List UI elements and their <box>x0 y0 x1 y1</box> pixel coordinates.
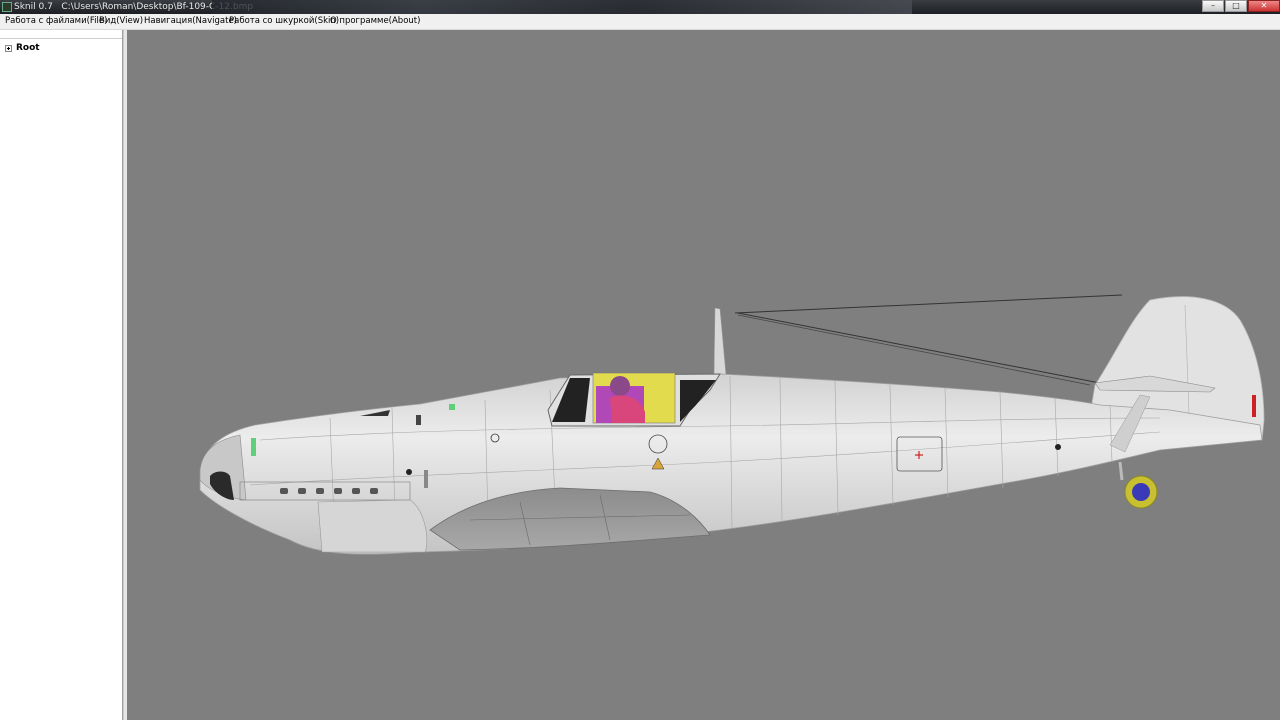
fuselage-port <box>406 469 412 475</box>
menu-navigate[interactable]: Навигация(Navigate) <box>144 14 237 29</box>
menu-file[interactable]: Работа с файлами(File) <box>5 14 107 29</box>
aircraft-model[interactable] <box>127 30 1280 720</box>
maximize-button[interactable]: □ <box>1225 0 1247 12</box>
taskbar-background <box>212 0 912 14</box>
antenna-wire <box>737 314 1091 386</box>
tree-panel-divider <box>0 38 122 39</box>
fuselage-vent <box>424 470 428 488</box>
pilot-head <box>610 376 630 396</box>
fuselage-port <box>1055 444 1061 450</box>
antenna-wire <box>734 294 1123 314</box>
antenna-mast <box>713 307 727 377</box>
nav-light <box>449 404 455 410</box>
menu-view[interactable]: Вид(View) <box>99 14 143 29</box>
close-button[interactable]: ✕ <box>1248 0 1280 12</box>
view-navigation-center[interactable] <box>1132 483 1150 501</box>
exhaust-marker <box>251 438 256 456</box>
tree-node-label: Root <box>16 43 40 53</box>
title-bar: Sknil 0.7 C:\Users\Roman\Desktop\Bf-109-… <box>0 0 1280 14</box>
tail-wheel-strut <box>1118 461 1124 481</box>
menu-bar: Работа с файлами(File) Вид(View) Навигац… <box>0 14 1280 30</box>
3d-viewport[interactable] <box>127 30 1280 720</box>
app-icon[interactable] <box>2 2 12 12</box>
tree-panel: Root <box>0 30 123 720</box>
antenna-wire <box>737 312 1101 384</box>
tail-marker <box>1252 395 1256 417</box>
tree-node-root[interactable]: Root <box>5 42 40 54</box>
fuselage-vent <box>416 415 421 425</box>
minimize-button[interactable]: – <box>1202 0 1224 12</box>
expand-icon[interactable] <box>5 44 12 52</box>
menu-about[interactable]: О программе(About) <box>330 14 420 29</box>
lower-cowling <box>317 499 428 553</box>
menu-skin[interactable]: Работа со шкуркой(Skin) <box>229 14 339 29</box>
window-controls: – □ ✕ <box>1202 0 1280 12</box>
